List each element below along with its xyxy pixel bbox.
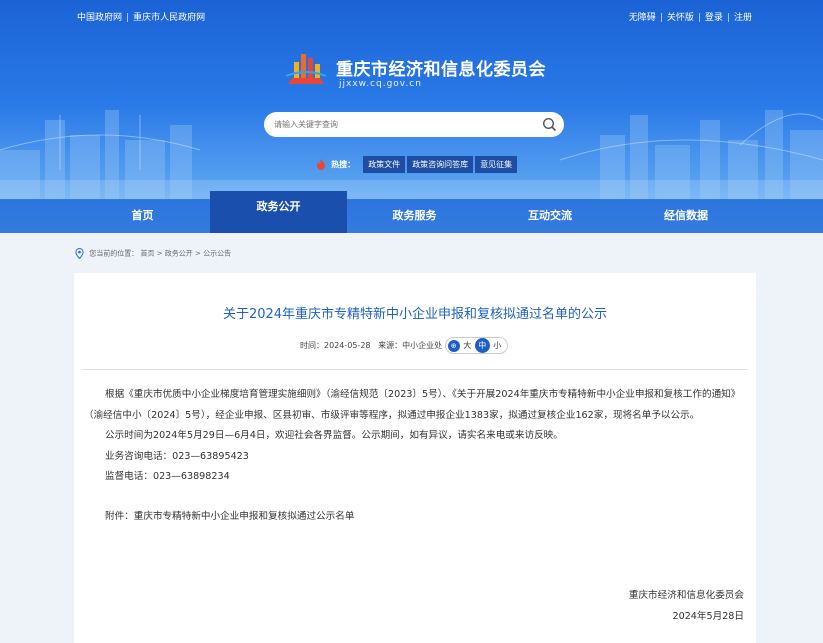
signature-date: 2024年5月28日 bbox=[672, 611, 744, 622]
divider bbox=[82, 369, 748, 370]
paragraph-basis: 根据《重庆市优质中小企业梯度培育管理实施细则》（渝经信规范〔2023〕5号）、《… bbox=[84, 389, 741, 421]
breadcrumb-home[interactable]: 首页 bbox=[140, 250, 154, 258]
font-size-indicator-icon: ⊕ bbox=[447, 339, 460, 352]
hot-tag-opinions[interactable]: 意见征集 bbox=[475, 156, 518, 173]
site-title: 重庆市经济和信息化委员会 bbox=[336, 60, 546, 80]
paragraph-period: 公示时间为2024年5月29日—6月4日，欢迎社会各界监督。公示期间，如有异议，… bbox=[105, 430, 563, 441]
separator: | bbox=[697, 13, 701, 23]
breadcrumb: 您当前的位置： 首页 > 政务公开 > 公示公告 bbox=[75, 248, 231, 259]
link-register[interactable]: 注册 bbox=[734, 13, 752, 23]
hot-tag-policy-docs[interactable]: 政策文件 bbox=[363, 156, 406, 173]
separator: | bbox=[726, 13, 730, 23]
attachment-label: 附件： bbox=[105, 510, 134, 522]
link-login[interactable]: 登录 bbox=[705, 13, 723, 23]
font-size-switcher: ⊕ 大中小 bbox=[444, 337, 508, 354]
attachment-line: 附件：重庆市专精特新中小企业申报和复核拟通过公示名单 bbox=[84, 507, 749, 528]
signature-block: 重庆市经济和信息化委员会 2024年5月28日 bbox=[629, 585, 744, 627]
nav-data[interactable]: 经信数据 bbox=[618, 199, 754, 233]
consult-phone: 业务咨询电话：023—63895423 bbox=[105, 450, 249, 462]
separator: | bbox=[659, 13, 663, 23]
font-size-small[interactable]: 小 bbox=[490, 338, 505, 353]
article-title: 关于2024年重庆市专精特新中小企业申报和复核拟通过名单的公示 bbox=[222, 307, 608, 322]
link-gov-cn[interactable]: 中国政府网 bbox=[77, 13, 122, 23]
link-cq-gov[interactable]: 重庆市人民政府网 bbox=[133, 13, 205, 23]
font-size-medium[interactable]: 中 bbox=[474, 338, 490, 353]
attachment-link[interactable]: 重庆市专精特新中小企业申报和复核拟通过公示名单 bbox=[134, 511, 355, 522]
breadcrumb-notices[interactable]: 公示公告 bbox=[203, 250, 231, 258]
site-domain: jjxxw.cq.gov.cn bbox=[339, 79, 422, 89]
article-meta: 时间：2024-05-28 来源：中小企业处 ⊕ 大中小 bbox=[300, 337, 508, 354]
font-size-large[interactable]: 大 bbox=[460, 338, 475, 353]
hot-search: 热搜： 政策文件 政策咨询问答库 意见征集 bbox=[316, 154, 519, 173]
top-links-right: 无障碍 | 关怀版 | 登录 | 注册 bbox=[629, 10, 752, 23]
time-label: 时间： bbox=[300, 341, 324, 350]
site-logo-icon[interactable] bbox=[284, 46, 328, 86]
nav-interaction[interactable]: 互动交流 bbox=[482, 199, 618, 233]
publish-date: 2024-05-28 bbox=[324, 341, 371, 350]
breadcrumb-separator: > bbox=[195, 249, 204, 258]
hot-search-label: 热搜： bbox=[331, 160, 356, 169]
signature-org: 重庆市经济和信息化委员会 bbox=[628, 590, 744, 601]
search-bar bbox=[264, 112, 564, 137]
breadcrumb-prefix: 您当前的位置： bbox=[89, 249, 139, 258]
link-accessibility[interactable]: 无障碍 bbox=[629, 13, 656, 23]
location-pin-icon bbox=[75, 248, 84, 259]
nav-gov-services[interactable]: 政务服务 bbox=[347, 199, 482, 233]
nav-gov-affairs[interactable]: 政务公开 bbox=[210, 191, 347, 233]
article-card: 关于2024年重庆市专精特新中小企业申报和复核拟通过名单的公示 时间：2024-… bbox=[74, 273, 756, 643]
source-label: 来源： bbox=[378, 341, 403, 350]
link-care-mode[interactable]: 关怀版 bbox=[667, 13, 694, 23]
search-input[interactable] bbox=[274, 116, 534, 133]
top-links-left: 中国政府网 | 重庆市人民政府网 bbox=[77, 10, 205, 23]
breadcrumb-separator: > bbox=[156, 249, 165, 258]
separator: | bbox=[126, 13, 130, 23]
main-nav: 首页 政务公开 政务服务 互动交流 经信数据 bbox=[0, 191, 823, 233]
breadcrumb-gov-affairs[interactable]: 政务公开 bbox=[165, 250, 193, 258]
hot-tag-policy-qa[interactable]: 政策咨询问答库 bbox=[407, 156, 474, 173]
header-banner: 中国政府网 | 重庆市人民政府网 无障碍 | 关怀版 | 登录 | 注册 重庆市经济和信息化委员… bbox=[0, 0, 823, 233]
source-value: 中小企业处 bbox=[402, 341, 443, 350]
nav-home[interactable]: 首页 bbox=[75, 199, 210, 233]
supervise-phone: 监督电话：023—63898234 bbox=[105, 471, 230, 482]
article-body: 根据《重庆市优质中小企业梯度培育管理实施细则》（渝经信规范〔2023〕5号）、《… bbox=[84, 385, 749, 527]
fire-icon bbox=[317, 159, 325, 170]
search-icon[interactable] bbox=[542, 117, 557, 132]
